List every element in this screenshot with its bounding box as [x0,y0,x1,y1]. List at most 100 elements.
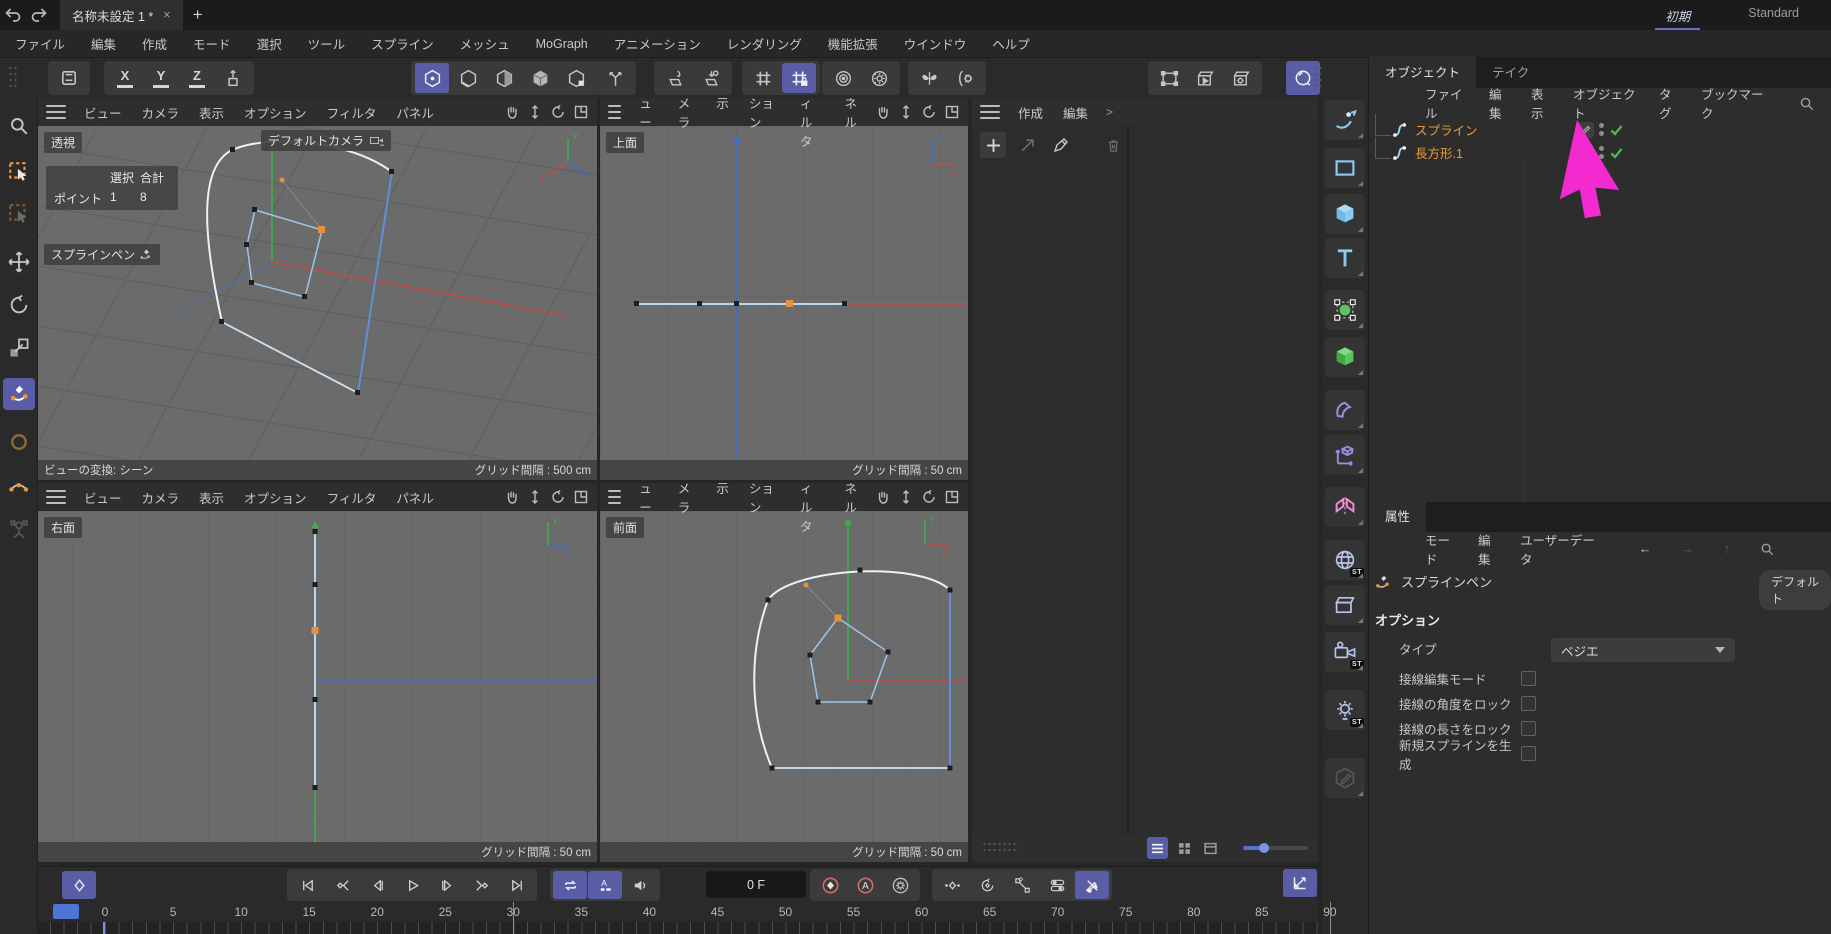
dolly-icon[interactable] [898,104,914,120]
main-menu-item[interactable]: 作成 [129,34,180,53]
object-manager-menu-item[interactable]: ファイル [1415,84,1479,122]
panel-menu-item[interactable]: 作成 [1008,103,1053,122]
main-menu-item[interactable]: ツール [295,34,359,53]
keyframe-diamond-button[interactable] [62,871,96,899]
enabled-check-icon[interactable] [1609,146,1624,160]
z-axis-lock-button[interactable]: Z [180,67,214,90]
edges-mode-button[interactable] [451,63,485,93]
spline-rectangle-icon[interactable] [1325,148,1365,188]
viewport-menu-item[interactable]: 表示 [189,103,234,122]
save-document-button[interactable] [52,63,86,93]
viewport-menu-item[interactable]: フィルタ [317,488,387,507]
pan-hand-icon[interactable] [504,489,520,505]
previous-frame-button[interactable] [360,871,394,899]
pla-key-button[interactable] [1075,871,1109,899]
option-checkbox[interactable] [1521,696,1536,711]
trash-icon[interactable] [1100,132,1126,158]
timeline-ruler[interactable]: 051015202530354045505560657075808590 [38,902,1318,922]
viewport-menu-item[interactable]: カメラ [668,98,707,150]
hamburger-icon[interactable] [1377,542,1397,556]
dolly-icon[interactable] [527,489,543,505]
main-menu-item[interactable]: 機能拡張 [815,34,891,53]
detail-view-icon[interactable] [1200,837,1221,859]
panel-menu-item[interactable]: 編集 [1053,103,1098,122]
sky-object-icon[interactable]: ST [1325,540,1365,580]
y-axis-lock-button[interactable]: Y [144,67,178,90]
pan-hand-icon[interactable] [875,104,891,120]
toggle-view-icon[interactable] [573,489,589,505]
primitive-cube-icon[interactable] [1325,194,1365,234]
search-icon[interactable] [1750,542,1784,556]
object-row[interactable]: スプライン [1369,118,1831,141]
workplane-snap-icon[interactable] [694,63,728,93]
rotate-view-icon[interactable] [550,104,566,120]
viewport-menu-item[interactable]: パネル [386,488,444,507]
viewport-menu-item[interactable]: ビュー [74,103,132,122]
toolbar-grip[interactable] [8,65,18,91]
top-canvas[interactable]: Z X [600,126,968,480]
viewport-menu-item[interactable]: ビュー [629,483,668,535]
hamburger-icon[interactable] [608,105,621,119]
main-menu-item[interactable]: 選択 [244,34,295,53]
grid-view-icon[interactable] [1174,837,1195,859]
close-tab-icon[interactable]: × [163,8,170,22]
object-name[interactable]: スプライン [1415,120,1478,139]
new-tab-button[interactable]: + [183,0,213,30]
main-menu-item[interactable]: アニメーション [601,34,714,53]
type-dropdown[interactable]: ベジエ [1551,638,1735,662]
viewport-menu-item[interactable]: カメラ [132,103,190,122]
add-point-button[interactable] [980,132,1006,158]
attribute-menu-item[interactable]: ユーザーデータ [1510,530,1607,568]
scale-key-button[interactable] [1005,871,1039,899]
pan-hand-icon[interactable] [875,489,891,505]
goto-end-button[interactable] [500,871,534,899]
target-circles-icon[interactable] [826,63,860,93]
object-manager-menu-item[interactable]: ブックマーク [1691,84,1777,122]
object-manager-menu-item[interactable]: タグ [1649,84,1691,122]
nav-up-icon[interactable]: ↑ [1714,542,1740,556]
toolbar-grip-right[interactable] [1313,65,1323,91]
panel-grip[interactable] [982,841,1019,855]
polygons-mode-button[interactable] [487,63,521,93]
scale-tool[interactable] [3,332,35,364]
symmetry-butterfly-icon[interactable] [912,63,946,93]
toggle-view-icon[interactable] [573,104,589,120]
camera-object-icon[interactable]: ST [1325,632,1365,672]
render-settings-icon[interactable] [1224,63,1258,93]
camera-chip[interactable]: デフォルトカメラ [261,130,391,151]
viewport-menu-item[interactable]: フィルタ [317,103,387,122]
dolly-icon[interactable] [898,489,914,505]
viewport-perspective[interactable]: ビューカメラ表示オプションフィルタパネル [38,98,597,480]
attribute-menu-item[interactable]: 編集 [1468,530,1510,568]
layout-tab-standard[interactable]: Standard [1742,2,1805,29]
hamburger-icon[interactable] [1377,96,1397,110]
stage-object-icon[interactable] [1325,585,1365,625]
main-menu-item[interactable]: スプライン [358,34,447,53]
main-menu-item[interactable]: 編集 [78,34,129,53]
hamburger-icon[interactable] [46,105,66,119]
viewport-menu-item[interactable]: パネル [834,483,873,535]
viewport-menu-item[interactable]: 表示 [189,488,234,507]
filter-menu-icon[interactable] [1794,544,1814,554]
viewport-menu-item[interactable]: オプション [739,483,790,535]
enabled-check-icon[interactable] [1609,123,1624,137]
viewport-front[interactable]: ビューカメラ表示オプションフィルタパネル [600,483,968,862]
layout-tab-initial[interactable]: 初期 [1659,2,1696,29]
viewport-menu-item[interactable]: パネル [834,98,873,150]
paren-gear-icon[interactable] [948,63,982,93]
document-tab[interactable]: 名称未設定 1 * × [60,0,183,30]
option-checkbox[interactable] [1521,721,1536,736]
parameter-key-button[interactable] [1040,871,1074,899]
modeling-axis-icon[interactable] [1325,435,1365,475]
rotation-key-button[interactable] [970,871,1004,899]
subdivision-surface-icon[interactable] [1325,290,1365,330]
current-frame-field[interactable]: 0 F [706,871,806,898]
attribute-menu-item[interactable]: モード [1415,530,1468,568]
main-menu-item[interactable]: ヘルプ [979,34,1043,53]
points-mode-button[interactable] [415,63,449,93]
viewport-menu-item[interactable]: 表示 [706,483,739,535]
position-key-button[interactable] [935,871,969,899]
enable-axis-button[interactable] [598,63,632,93]
spline-pen-tool[interactable] [3,378,35,410]
nav-forward-icon[interactable]: → [1671,542,1704,556]
